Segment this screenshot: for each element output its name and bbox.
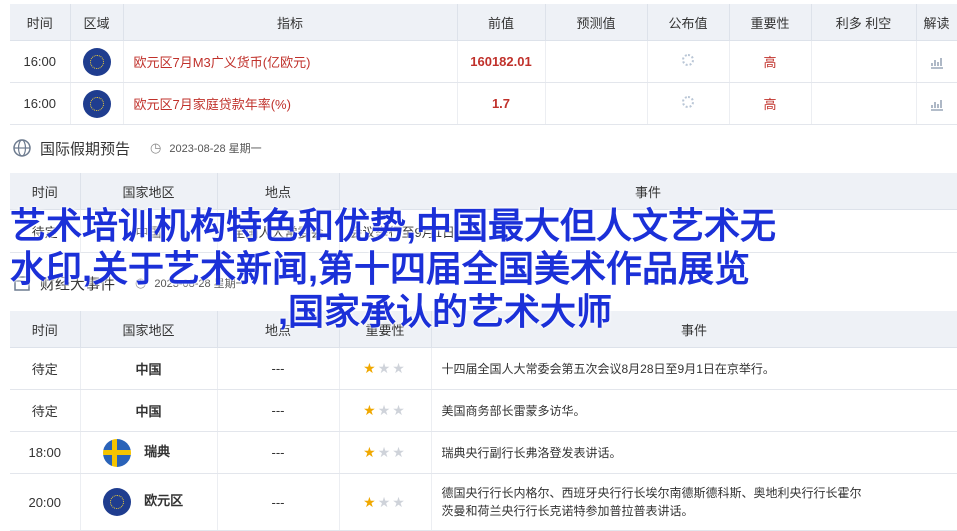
row-time: 18:00 bbox=[10, 431, 81, 474]
col-analysis: 解读 bbox=[916, 4, 957, 41]
se-flag-icon bbox=[102, 438, 131, 467]
row-place: --- bbox=[217, 431, 340, 474]
row-time: 20:00 bbox=[10, 473, 81, 531]
table-row[interactable]: 待定 中国 --- ★★★ 美国商务部长雷蒙多访华。 bbox=[10, 389, 957, 432]
col-actual: 公布值 bbox=[647, 4, 730, 41]
star-icon: ★ bbox=[392, 444, 407, 460]
overlay-line: 艺术培训机构特色和优势,中国最大但人文艺术无 bbox=[10, 205, 777, 246]
prev-value: 160182.01 bbox=[457, 40, 546, 83]
indicator-table: 时间 区域 指标 前值 预测值 公布值 重要性 利多 利空 解读 16:00 欧… bbox=[10, 4, 957, 125]
row-region: 瑞典 bbox=[144, 443, 171, 459]
indicator-link[interactable]: 欧元区7月M3广义货币(亿欧元) bbox=[123, 40, 458, 83]
row-event: 德国央行行长内格尔、西班牙央行行长埃尔南德斯德科斯、奥地利央行行长霍尔 茨曼和荷… bbox=[431, 473, 957, 531]
star-rating: ★★★ bbox=[339, 431, 432, 474]
star-icon: ★ bbox=[363, 493, 378, 510]
star-icon: ★ bbox=[377, 402, 393, 418]
event-line: 茨曼和荷兰央行行长克诺特参加普拉普表讲话。 bbox=[441, 504, 694, 518]
eu-flag-icon bbox=[102, 488, 131, 516]
star-icon: ★ bbox=[392, 493, 407, 510]
indicator-table-header: 时间 区域 指标 前值 预测值 公布值 重要性 利多 利空 解读 bbox=[10, 4, 957, 41]
star-icon: ★ bbox=[392, 360, 407, 376]
section-date: 2023-08-28 星期一 bbox=[169, 143, 262, 155]
impact-value bbox=[811, 40, 917, 83]
eu-flag-icon bbox=[82, 47, 111, 76]
star-icon: ★ bbox=[377, 444, 393, 460]
loading-icon bbox=[682, 96, 694, 108]
loading-icon bbox=[682, 54, 694, 66]
col-forecast: 预测值 bbox=[545, 4, 648, 41]
forecast-value bbox=[545, 40, 648, 83]
row-event: 美国商务部长雷蒙多访华。 bbox=[431, 389, 957, 432]
table-row[interactable]: 20:00 欧元区 --- ★★★ 德国央行行长内格尔、西班牙央行行长埃尔南德斯… bbox=[10, 473, 957, 531]
table-row[interactable]: 16:00 欧元区7月家庭贷款年率(%) 1.7 高 bbox=[10, 82, 957, 125]
table-row[interactable]: 16:00 欧元区7月M3广义货币(亿欧元) 160182.01 高 bbox=[10, 40, 957, 83]
overlay-line: ,国家承认的艺术大师 bbox=[278, 291, 613, 332]
prev-value: 1.7 bbox=[457, 82, 546, 125]
row-region: 欧元区 bbox=[144, 493, 184, 509]
star-icon: ★ bbox=[363, 402, 378, 418]
clock-icon: ◷ bbox=[150, 140, 162, 155]
row-place: --- bbox=[217, 473, 340, 531]
row-place: --- bbox=[217, 389, 340, 432]
globe-icon bbox=[13, 139, 31, 157]
row-region: 中国 bbox=[80, 347, 218, 390]
section-title: 国际假期预告 bbox=[40, 140, 131, 158]
star-icon: ★ bbox=[377, 360, 393, 376]
star-icon: ★ bbox=[363, 360, 378, 376]
row-event: 十四届全国人大常委会第五次会议8月28日至9月1日在京举行。 bbox=[431, 347, 957, 390]
holiday-section-header: 国际假期预告 ◷ 2023-08-28 星期一 bbox=[12, 137, 262, 159]
star-rating: ★★★ bbox=[339, 389, 432, 432]
row-time: 待定 bbox=[10, 347, 81, 390]
indicator-link[interactable]: 欧元区7月家庭贷款年率(%) bbox=[123, 82, 458, 125]
star-icon: ★ bbox=[392, 402, 407, 418]
row-time: 待定 bbox=[10, 389, 81, 432]
col-time: 时间 bbox=[10, 4, 71, 41]
impact-value bbox=[811, 82, 917, 125]
chart-icon[interactable] bbox=[929, 54, 945, 70]
chart-icon[interactable] bbox=[929, 96, 945, 112]
row-time: 16:00 bbox=[10, 40, 71, 83]
row-event: 瑞典央行副行长弗洛登发表讲话。 bbox=[431, 431, 957, 474]
importance-value: 高 bbox=[729, 40, 812, 83]
col-impact: 利多 利空 bbox=[811, 4, 917, 41]
col-prev: 前值 bbox=[457, 4, 546, 41]
table-row[interactable]: 18:00 瑞典 --- ★★★ 瑞典央行副行长弗洛登发表讲话。 bbox=[10, 431, 957, 474]
star-rating: ★★★ bbox=[339, 347, 432, 390]
row-time: 16:00 bbox=[10, 82, 71, 125]
eu-flag-icon bbox=[82, 89, 111, 118]
row-region: 中国 bbox=[80, 389, 218, 432]
event-line: 德国央行行长内格尔、西班牙央行行长埃尔南德斯德科斯、奥地利央行行长霍尔 bbox=[441, 486, 862, 500]
col-indicator: 指标 bbox=[123, 4, 458, 41]
star-rating: ★★★ bbox=[339, 473, 432, 531]
star-icon: ★ bbox=[363, 444, 378, 460]
col-importance: 重要性 bbox=[729, 4, 812, 41]
col-region: 区域 bbox=[70, 4, 124, 41]
table-row[interactable]: 待定 中国 --- ★★★ 十四届全国人大常委会第五次会议8月28日至9月1日在… bbox=[10, 347, 957, 390]
overlay-line: 水印,关于艺术新闻,第十四届全国美术作品展览 bbox=[10, 248, 751, 289]
importance-value: 高 bbox=[729, 82, 812, 125]
star-icon: ★ bbox=[377, 493, 393, 510]
events-table: 时间 国家地区 地点 重要性 事件 待定 中国 --- ★★★ 十四届全国人大常… bbox=[10, 311, 957, 531]
row-place: --- bbox=[217, 347, 340, 390]
overlay-headline: 艺术培训机构特色和优势,中国最大但人文艺术无 水印,关于艺术新闻,第十四届全国美… bbox=[0, 204, 957, 333]
forecast-value bbox=[545, 82, 648, 125]
